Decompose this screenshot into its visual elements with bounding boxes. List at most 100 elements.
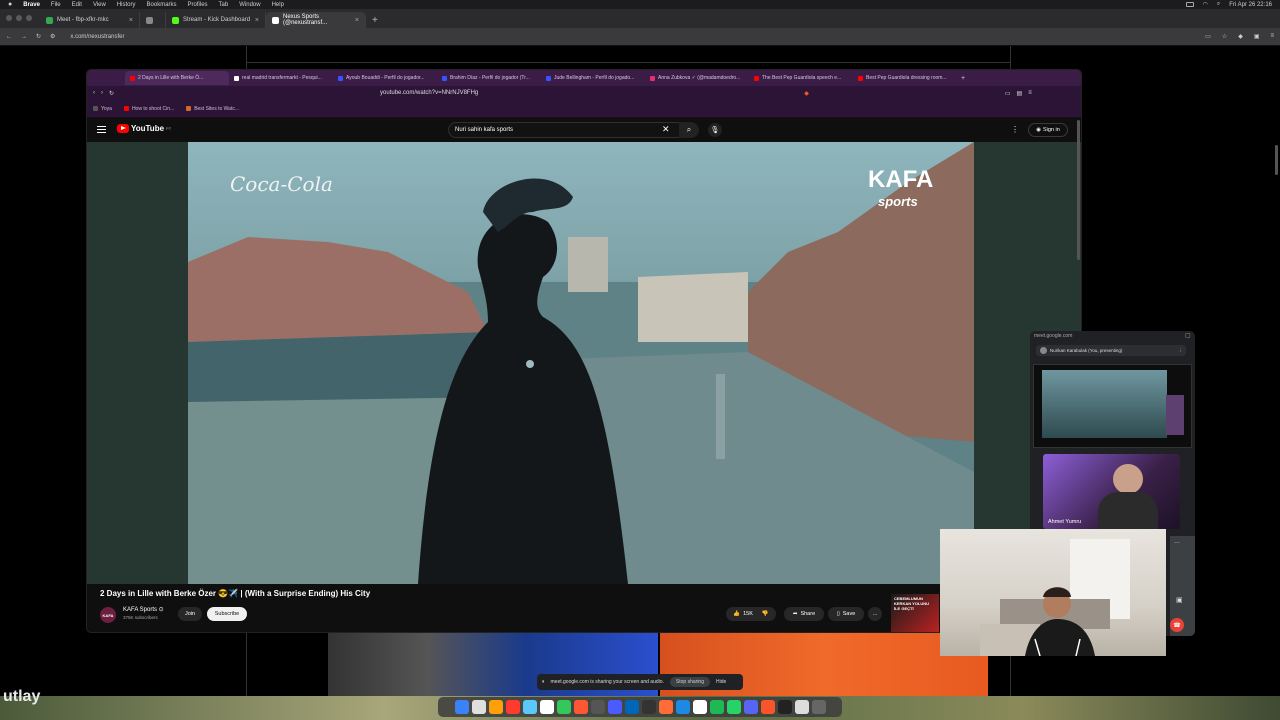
bookmark-item[interactable]: How to shoot Cin... — [123, 106, 174, 112]
minimize-window-button[interactable] — [16, 15, 22, 21]
outer-tab-meet[interactable]: Meet - fbp-xfkr-mkc × — [40, 12, 140, 28]
wifi-icon[interactable]: ◠ — [1203, 1, 1208, 8]
menu-file[interactable]: File — [51, 2, 61, 8]
outer-tab-kick[interactable]: Stream - Kick Dashboard × — [166, 12, 266, 28]
bookmark-item[interactable]: Yoya — [93, 106, 112, 112]
dock-app-icon[interactable] — [624, 700, 639, 714]
inner-tab-youtube-3[interactable]: Best Pep Guardiola dressing room... — [853, 71, 957, 85]
more-options-icon[interactable]: ⋮ — [1179, 348, 1187, 354]
inner-scrollbar[interactable] — [1077, 120, 1080, 260]
dock-app-icon[interactable] — [539, 700, 554, 714]
inner-tab-youtube-video[interactable]: 2 Days in Lille with Berke Ö... — [125, 71, 229, 85]
brave-shield-icon[interactable]: ◆ — [1238, 33, 1243, 40]
inner-url[interactable]: youtube.com/watch?v=NNrNJV8FHg — [380, 90, 478, 96]
wallet-icon[interactable]: ▤ — [1017, 90, 1023, 97]
menu-bookmarks[interactable]: Bookmarks — [147, 2, 177, 8]
zoom-window-button[interactable] — [26, 15, 32, 21]
youtube-logo[interactable]: YouTube PT — [117, 124, 171, 133]
new-tab-button[interactable]: + — [366, 12, 384, 28]
dock-app-icon[interactable] — [607, 700, 622, 714]
close-tab-icon[interactable]: × — [129, 17, 133, 24]
search-input[interactable]: Nuri sahin kafa sports — [448, 122, 680, 138]
hide-button[interactable]: Hide — [716, 679, 726, 685]
reload-icon[interactable]: ↻ — [36, 33, 41, 40]
inner-tab-google[interactable]: real madrid transfermarkt - Pesqui... — [229, 71, 333, 85]
sidebar-icon[interactable]: ▭ — [1005, 90, 1011, 97]
inner-tab-transfermarkt-3[interactable]: Jude Bellingham - Perfil do jogado... — [541, 71, 645, 85]
dock-app-icon[interactable] — [709, 700, 724, 714]
search-button[interactable]: ⌕ — [679, 122, 699, 138]
search-icon[interactable]: ⌕ — [1217, 1, 1220, 8]
menubar-clock[interactable]: Fri Apr 26 22:16 — [1229, 2, 1272, 8]
voice-search-button[interactable]: 🎙 — [708, 123, 722, 137]
menu-window[interactable]: Window — [239, 2, 260, 8]
dock-app-icon[interactable] — [675, 700, 690, 714]
reload-icon[interactable]: ↻ — [109, 90, 114, 97]
subscribe-button[interactable]: Subscribe — [207, 607, 247, 621]
clear-search-icon[interactable]: ✕ — [662, 124, 670, 135]
dock-app-icon[interactable] — [811, 700, 826, 714]
apple-icon[interactable]: ● — [8, 1, 12, 8]
bookmark-star-icon[interactable]: ☆ — [1222, 33, 1227, 40]
bookmark-item[interactable]: Best Sites to Watc... — [186, 106, 239, 112]
menubar-app[interactable]: Brave — [23, 2, 40, 8]
dock-app-icon[interactable] — [658, 700, 673, 714]
cast-icon[interactable]: ▭ — [1205, 33, 1211, 40]
battery-icon[interactable] — [1185, 2, 1194, 7]
dock-app-icon[interactable] — [471, 700, 486, 714]
extensions-icon[interactable]: ▣ — [1254, 33, 1260, 40]
site-info-icon[interactable]: ⚙ — [50, 33, 55, 40]
video-player[interactable]: Coca-Cola KAFA sports — [188, 142, 974, 584]
pip-close-icon[interactable]: ▢ — [1185, 332, 1191, 339]
dock-app-icon[interactable] — [488, 700, 503, 714]
dock-app-icon[interactable] — [794, 700, 809, 714]
back-icon[interactable]: ← — [6, 34, 12, 40]
ad-thumbnail[interactable]: CEBEMLUMUN KERKAN YOLUNU İLE GEÇTİ — [891, 594, 939, 632]
menu-help[interactable]: Help — [272, 2, 284, 8]
menu-tab[interactable]: Tab — [219, 2, 229, 8]
more-options-icon[interactable]: ⋮ — [1011, 125, 1019, 134]
present-icon[interactable]: ▣ — [1176, 596, 1183, 604]
menu-icon[interactable]: ≡ — [1028, 90, 1032, 96]
dock-app-icon[interactable] — [726, 700, 741, 714]
dock-app-icon[interactable] — [573, 700, 588, 714]
dock-app-icon[interactable] — [505, 700, 520, 714]
save-button[interactable]: ▯ Save — [828, 607, 864, 621]
close-tab-icon[interactable]: × — [355, 17, 359, 24]
inner-tab-transfermarkt-1[interactable]: Ayoub Bouaddi - Perfil do jogador... — [333, 71, 437, 85]
like-button[interactable]: 👍 15K 👎 — [726, 607, 776, 621]
hamburger-menu-icon[interactable] — [97, 126, 106, 134]
dock-app-icon[interactable] — [760, 700, 775, 714]
menu-icon[interactable]: ≡ — [1270, 33, 1274, 40]
back-icon[interactable]: ‹ — [93, 90, 95, 96]
dock-app-icon[interactable] — [454, 700, 469, 714]
dock-app-icon[interactable] — [590, 700, 605, 714]
more-options-icon[interactable]: … — [1174, 539, 1180, 545]
self-camera-view[interactable] — [940, 529, 1166, 656]
participant-tile[interactable] — [1043, 454, 1180, 532]
brave-shield-icon[interactable]: ◆ — [804, 90, 809, 97]
outer-url[interactable]: x.com/nexustransfer — [70, 34, 124, 40]
outer-tab-x[interactable]: Nexus Sports (@nexustransf... × — [266, 12, 366, 28]
stop-sharing-button[interactable]: Stop sharing — [669, 677, 710, 687]
page-scrollbar[interactable] — [1275, 145, 1278, 175]
dock-app-icon[interactable] — [522, 700, 537, 714]
forward-icon[interactable]: › — [101, 90, 103, 96]
inner-tab-instagram[interactable]: Anna Zubkova ✓ (@madamdoedro... — [645, 71, 749, 85]
channel-name[interactable]: KAFA Sports ⊙ — [123, 606, 164, 613]
outer-tab-untitled[interactable] — [140, 12, 166, 28]
thumbs-down-icon[interactable]: 👎 — [762, 611, 769, 617]
close-tab-icon[interactable]: × — [255, 17, 259, 24]
channel-avatar[interactable]: KAFA — [100, 607, 116, 623]
dock-app-icon[interactable] — [743, 700, 758, 714]
menu-edit[interactable]: Edit — [72, 2, 82, 8]
end-call-button[interactable]: ☎ — [1170, 618, 1184, 632]
more-actions-button[interactable]: … — [868, 607, 882, 621]
close-window-button[interactable] — [6, 15, 12, 21]
sign-in-button[interactable]: ◉ Sign in — [1028, 123, 1068, 137]
share-button[interactable]: ➦ Share — [784, 607, 824, 621]
dock-app-icon[interactable] — [641, 700, 656, 714]
dock-app-icon[interactable] — [556, 700, 571, 714]
forward-icon[interactable]: → — [21, 34, 27, 40]
menu-view[interactable]: View — [93, 2, 106, 8]
